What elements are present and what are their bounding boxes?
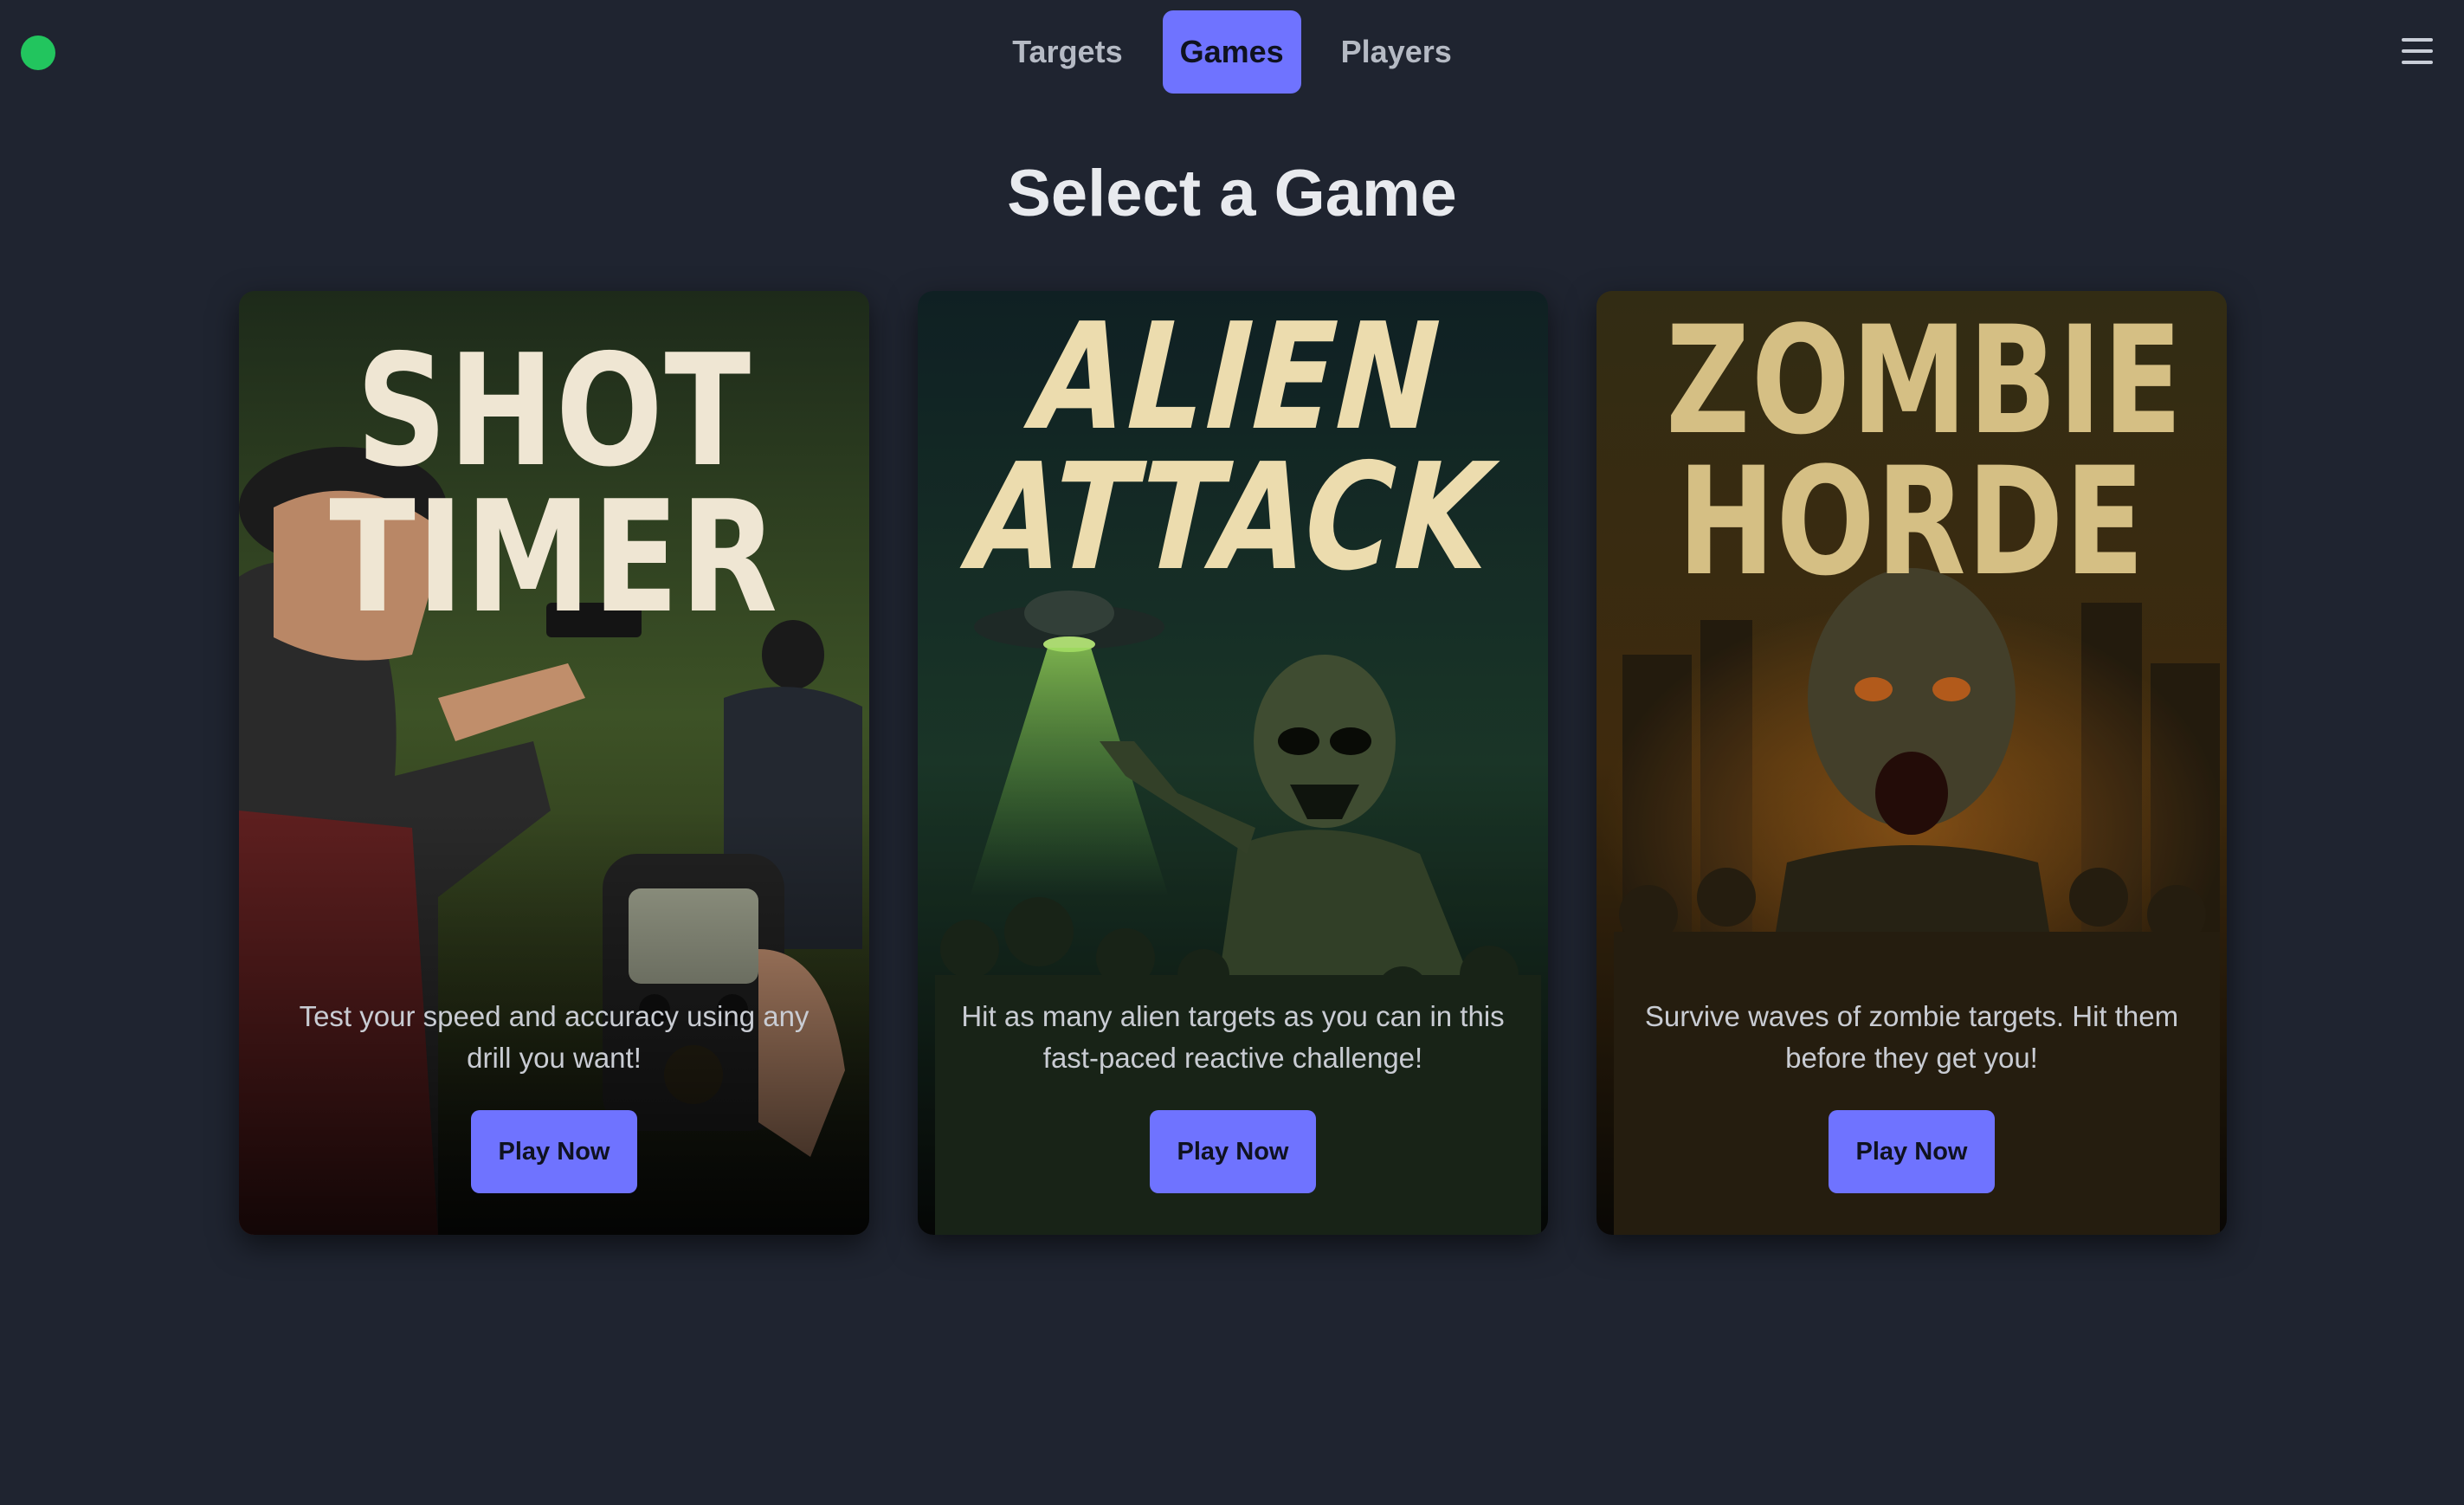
game-card-alien-attack[interactable]: ALIEN ATTACK Hit as many alien targets a…: [918, 291, 1548, 1235]
main-nav: Targets Games Players: [0, 10, 2464, 94]
zombie-horde-description: Survive waves of zombie targets. Hit the…: [1644, 1000, 2179, 1074]
shot-timer-poster-title: SHOT TIMER: [329, 321, 779, 648]
games-page: Targets Games Players Select a Game SHOT…: [0, 0, 2464, 1505]
tab-games[interactable]: Games: [1162, 10, 1301, 94]
zombie-horde-poster-title: ZOMBIE HORDE: [1666, 294, 2184, 610]
tab-targets[interactable]: Targets: [995, 10, 1139, 94]
tab-players[interactable]: Players: [1324, 10, 1469, 94]
hamburger-menu-icon[interactable]: [2402, 38, 2433, 68]
zombie-horde-play-button[interactable]: Play Now: [1829, 1110, 1995, 1193]
game-card-zombie-horde[interactable]: ZOMBIE HORDE Survive waves of zombie tar…: [1596, 291, 2227, 1235]
game-card-shot-timer[interactable]: SHOT TIMER Test your speed and accuracy …: [239, 291, 869, 1235]
shot-timer-description: Test your speed and accuracy using any d…: [299, 1000, 810, 1074]
page-title: Select a Game: [1007, 157, 1457, 230]
alien-attack-poster-title: ALIEN ATTACK: [965, 292, 1496, 604]
shot-timer-play-button[interactable]: Play Now: [471, 1110, 637, 1193]
alien-attack-description: Hit as many alien targets as you can in …: [961, 1000, 1505, 1074]
alien-attack-play-button[interactable]: Play Now: [1150, 1110, 1316, 1193]
game-card-list: SHOT TIMER Test your speed and accuracy …: [239, 291, 2227, 1235]
